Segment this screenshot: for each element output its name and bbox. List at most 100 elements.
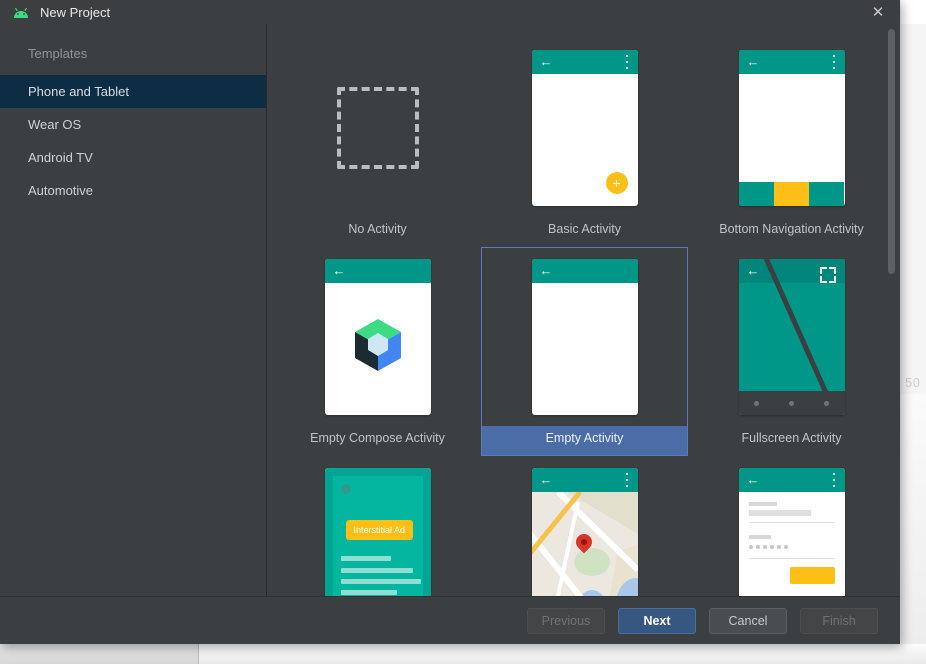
template-thumbnail-empty-compose: ← xyxy=(275,248,480,426)
template-thumbnail-fullscreen: ← xyxy=(689,248,894,426)
fullscreen-expand-icon xyxy=(819,267,836,283)
dialog-body: Templates Phone and Tablet Wear OS Andro… xyxy=(0,24,900,596)
sidebar-item-phone-and-tablet[interactable]: Phone and Tablet xyxy=(0,75,266,108)
ad-text-line xyxy=(340,568,413,573)
back-arrow-icon: ← xyxy=(539,472,553,487)
template-label: Basic Activity xyxy=(548,222,621,236)
template-card-empty-compose-activity[interactable]: ← Empty Compose Activity xyxy=(274,247,481,456)
template-card-bottom-navigation-activity[interactable]: ← Bottom Navigation Activity xyxy=(688,38,895,247)
system-navigation-bar xyxy=(738,391,845,415)
bottom-nav-item-active xyxy=(773,182,810,206)
bottom-nav-item xyxy=(738,182,774,206)
login-field-underline xyxy=(748,522,835,523)
app-bar: ← xyxy=(738,50,845,74)
template-thumbnail-empty-activity: ← xyxy=(482,248,687,426)
back-arrow-icon: ← xyxy=(746,263,760,278)
phone-preview: ← xyxy=(531,468,638,596)
fullscreen-canvas: ← xyxy=(738,259,845,415)
sidebar-item-automotive[interactable]: Automotive xyxy=(0,174,266,207)
ad-canvas: Interstitial Ad xyxy=(324,468,431,596)
bottom-nav-item xyxy=(809,182,845,206)
previous-button: Previous xyxy=(527,607,605,634)
dialog-title-bar: New Project ✕ xyxy=(0,0,900,24)
login-password-dots-icon xyxy=(748,545,788,549)
templates-grid-area: No Activity ← + Basic Activity ← Bottom … xyxy=(267,24,900,596)
template-card-google-maps-activity[interactable]: ← xyxy=(481,456,688,596)
sidebar-item-android-tv[interactable]: Android TV xyxy=(0,141,266,174)
ad-text-line xyxy=(340,590,397,595)
jetpack-compose-logo-icon xyxy=(351,317,405,373)
phone-preview: ← xyxy=(531,259,638,415)
phone-preview: ← xyxy=(738,259,845,415)
ad-text-line xyxy=(340,579,421,584)
sidebar-header: Templates xyxy=(28,46,88,61)
template-card-login-activity[interactable]: ← Login Activity xyxy=(688,456,895,596)
back-arrow-icon: ← xyxy=(746,472,760,487)
dialog-footer: Previous Next Cancel Finish xyxy=(0,596,900,644)
template-thumbnail-login: ← xyxy=(689,457,894,596)
template-label: Bottom Navigation Activity xyxy=(719,222,864,236)
app-bar: ← xyxy=(738,468,845,492)
dialog-title: New Project xyxy=(40,4,111,20)
overflow-menu-icon xyxy=(625,473,629,487)
template-label: Fullscreen Activity xyxy=(741,431,842,445)
background-right-panel-top xyxy=(901,0,926,24)
login-field-underline xyxy=(748,558,835,559)
back-arrow-icon: ← xyxy=(539,263,553,278)
back-arrow-icon: ← xyxy=(539,54,553,69)
template-card-basic-activity[interactable]: ← + Basic Activity xyxy=(481,38,688,247)
background-status-divider xyxy=(198,644,199,664)
login-field-label xyxy=(748,502,777,506)
template-card-empty-activity[interactable]: ← Empty Activity xyxy=(481,247,688,456)
overflow-menu-icon xyxy=(832,55,836,69)
ad-inner-panel: Interstitial Ad xyxy=(332,476,423,596)
back-arrow-icon: ← xyxy=(746,54,760,69)
template-thumbnail-maps: ← xyxy=(482,457,687,596)
dashed-placeholder-icon xyxy=(336,87,419,169)
templates-grid: No Activity ← + Basic Activity ← Bottom … xyxy=(267,24,900,596)
template-label: Empty Compose Activity xyxy=(310,431,445,445)
phone-preview: ← xyxy=(324,259,431,415)
app-bar: ← xyxy=(531,50,638,74)
template-thumbnail-no-activity xyxy=(275,39,480,217)
phone-preview: ← + xyxy=(531,50,638,206)
finish-button: Finish xyxy=(800,607,878,634)
bottom-navigation-bar xyxy=(738,182,845,206)
sidebar-item-wear-os[interactable]: Wear OS xyxy=(0,108,266,141)
template-card-no-activity[interactable]: No Activity xyxy=(274,38,481,247)
template-thumbnail-admob: Interstitial Ad xyxy=(275,457,480,596)
interstitial-ad-badge: Interstitial Ad xyxy=(345,520,414,540)
template-card-fullscreen-activity[interactable]: ← Fullscreen Activity xyxy=(688,247,895,456)
app-bar: ← xyxy=(531,259,638,283)
overflow-menu-icon xyxy=(625,55,629,69)
login-field-value xyxy=(748,510,811,516)
background-line-number: 50 xyxy=(905,375,921,390)
login-submit-button-shape xyxy=(789,567,835,584)
templates-scrollbar-thumb[interactable] xyxy=(888,29,895,274)
app-bar: ← xyxy=(324,259,431,283)
phone-preview: Interstitial Ad xyxy=(324,468,431,596)
phone-preview: ← xyxy=(738,468,845,596)
template-card-google-admob-ads-activity[interactable]: Interstitial Ad Google AdMob Ads Activit… xyxy=(274,456,481,596)
background-status-bar-left xyxy=(0,644,198,664)
next-button[interactable]: Next xyxy=(618,607,696,634)
map-canvas xyxy=(531,492,638,596)
template-label-selected: Empty Activity xyxy=(482,426,687,455)
ad-text-line xyxy=(340,556,391,561)
overflow-menu-icon xyxy=(832,473,836,487)
templates-scrollbar-track[interactable] xyxy=(888,24,898,596)
phone-preview: ← xyxy=(738,50,845,206)
android-robot-icon xyxy=(12,6,30,18)
ad-avatar-dot-icon xyxy=(340,484,351,494)
background-right-panel-bottom xyxy=(901,394,926,664)
template-thumbnail-bottom-navigation: ← xyxy=(689,39,894,217)
floating-action-button-icon: + xyxy=(605,172,628,194)
cancel-button[interactable]: Cancel xyxy=(709,607,787,634)
new-project-dialog: New Project ✕ Templates Phone and Tablet… xyxy=(0,0,900,644)
close-icon[interactable]: ✕ xyxy=(868,2,888,22)
template-thumbnail-basic-activity: ← + xyxy=(482,39,687,217)
template-label: No Activity xyxy=(348,222,407,236)
app-bar: ← xyxy=(531,468,638,492)
back-arrow-icon: ← xyxy=(332,263,346,278)
templates-sidebar: Templates Phone and Tablet Wear OS Andro… xyxy=(0,24,267,596)
